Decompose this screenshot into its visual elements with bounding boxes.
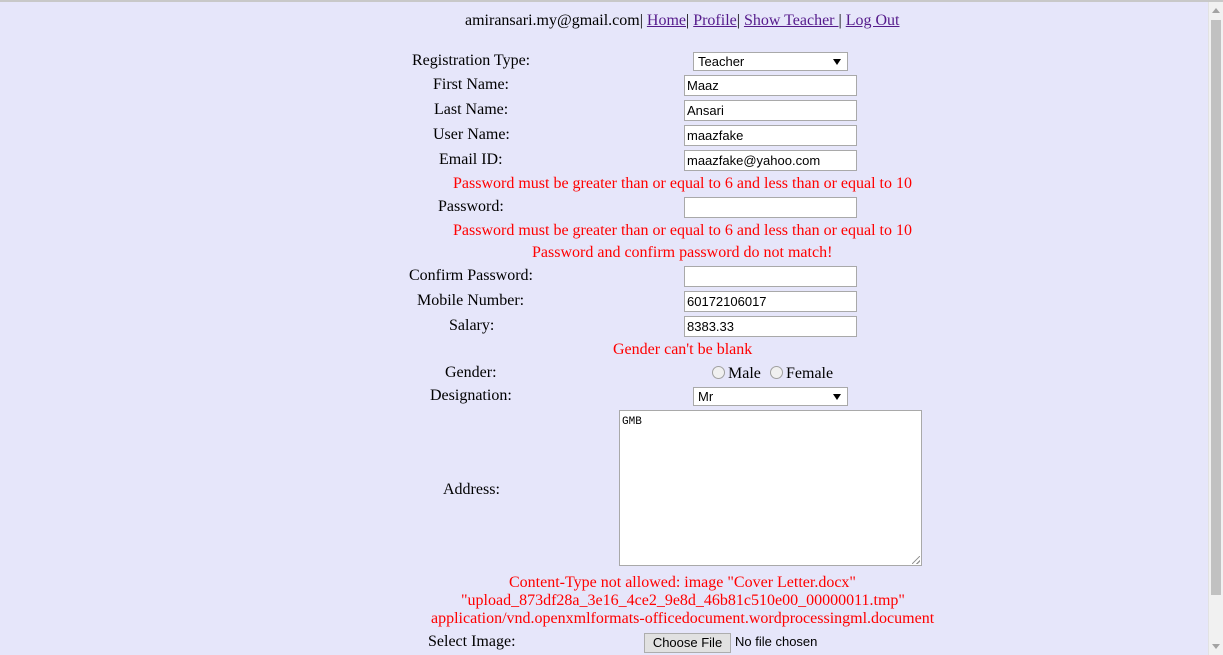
- header-nav: amiransari.my@gmail.com| Home| Profile| …: [465, 12, 900, 30]
- nav-separator: |: [838, 12, 842, 29]
- chevron-down-icon: [833, 59, 841, 65]
- gender-label: Gender:: [445, 364, 497, 381]
- designation-select[interactable]: Mr: [693, 387, 848, 406]
- first-name-label: First Name:: [433, 76, 509, 93]
- address-label: Address:: [443, 481, 500, 498]
- designation-value: Mr: [698, 389, 714, 404]
- registration-type-label: Registration Type:: [412, 52, 531, 69]
- scrollbar-thumb[interactable]: [1211, 20, 1221, 595]
- nav-separator: |: [639, 12, 643, 29]
- scroll-down-arrow-icon[interactable]: [1212, 644, 1220, 649]
- email-label: Email ID:: [439, 151, 503, 168]
- show-teacher-link[interactable]: Show Teacher: [744, 12, 839, 29]
- image-error-line3: application/vnd.openxmlformats-officedoc…: [431, 610, 935, 627]
- email-input[interactable]: [684, 150, 857, 171]
- user-name-label: User Name:: [433, 126, 510, 143]
- password-input[interactable]: [684, 197, 857, 218]
- password-label: Password:: [438, 198, 504, 215]
- address-textarea[interactable]: GMB: [619, 410, 922, 566]
- gender-male-label: Male: [728, 365, 761, 382]
- choose-file-button[interactable]: Choose File: [644, 633, 731, 653]
- home-link[interactable]: Home: [647, 12, 686, 29]
- confirm-password-match-error: Password and confirm password do not mat…: [532, 244, 833, 261]
- gender-female-radio[interactable]: [770, 366, 783, 379]
- mobile-label: Mobile Number:: [417, 292, 525, 309]
- gender-female-label: Female: [786, 365, 834, 382]
- image-error-line1: Content-Type not allowed: image "Cover L…: [509, 574, 856, 591]
- nav-separator: |: [736, 12, 740, 29]
- scroll-up-arrow-icon[interactable]: [1212, 8, 1220, 13]
- confirm-password-input[interactable]: [684, 266, 857, 287]
- first-name-input[interactable]: [684, 75, 857, 96]
- chevron-down-icon: [833, 394, 841, 400]
- last-name-label: Last Name:: [434, 101, 509, 118]
- vertical-scrollbar[interactable]: [1208, 2, 1223, 655]
- mobile-input[interactable]: [684, 291, 857, 312]
- gender-error: Gender can't be blank: [613, 341, 753, 358]
- confirm-password-label: Confirm Password:: [409, 267, 533, 284]
- top-border: [0, 0, 1223, 2]
- password-error: Password must be greater than or equal t…: [453, 175, 912, 192]
- user-email: amiransari.my@gmail.com: [465, 12, 640, 29]
- select-image-label: Select Image:: [428, 633, 516, 650]
- registration-type-select[interactable]: Teacher: [693, 52, 848, 71]
- last-name-input[interactable]: [684, 100, 857, 121]
- registration-type-value: Teacher: [698, 54, 745, 69]
- designation-label: Designation:: [430, 387, 512, 404]
- confirm-password-length-error: Password must be greater than or equal t…: [453, 222, 912, 239]
- nav-separator: |: [686, 12, 690, 29]
- profile-link[interactable]: Profile: [693, 12, 737, 29]
- file-status-text: No file chosen: [735, 634, 818, 649]
- address-value: GMB: [622, 416, 642, 428]
- gender-male-radio[interactable]: [712, 366, 725, 379]
- salary-label: Salary:: [449, 317, 495, 334]
- resize-handle-icon[interactable]: [912, 556, 920, 564]
- image-error-line2: "upload_873df28a_3e16_4ce2_9e8d_46b81c51…: [461, 592, 905, 609]
- user-name-input[interactable]: [684, 125, 857, 146]
- logout-link[interactable]: Log Out: [846, 12, 900, 29]
- salary-input[interactable]: [684, 316, 857, 337]
